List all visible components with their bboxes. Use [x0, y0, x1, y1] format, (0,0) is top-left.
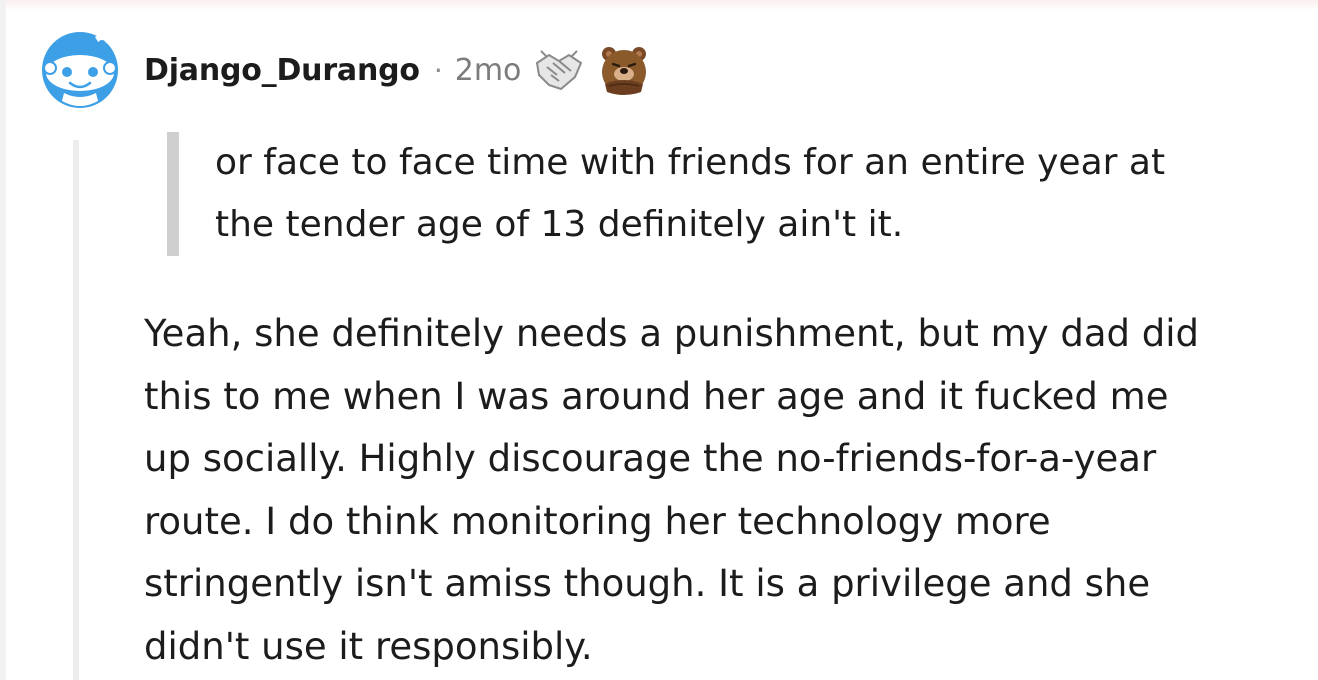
bear-award-icon[interactable]: [599, 44, 649, 96]
body-line: up socially. Highly discourage the no-fr…: [144, 437, 1157, 480]
thread-line[interactable]: [73, 140, 79, 680]
body-line: didn't use it responsibly.: [144, 624, 593, 668]
snoo-avatar-icon[interactable]: [38, 31, 122, 109]
username[interactable]: Django_Durango: [144, 53, 420, 88]
quote-line: or face to face time with friends for an…: [215, 142, 1166, 183]
comment-body: Yeah, she definitely needs a punishment,…: [144, 303, 1294, 678]
timestamp[interactable]: 2mo: [455, 53, 522, 88]
handshake-award-icon[interactable]: [533, 45, 585, 95]
body-line: stringently isn't amiss though. It is a …: [144, 562, 1151, 605]
comment-header: Django_Durango · 2mo: [38, 30, 649, 110]
body-line: Yeah, she definitely needs a punishment,…: [144, 312, 1200, 355]
quote-line: the tender age of 13 definitely ain't it…: [215, 204, 904, 245]
separator-dot: ·: [433, 53, 443, 87]
top-edge-shadow: [0, 0, 1318, 10]
body-line: this to me when I was around her age and…: [144, 374, 1169, 418]
body-line: route. I do think monitoring her technol…: [144, 499, 1051, 543]
blockquote: or face to face time with friends for an…: [167, 132, 1277, 256]
left-edge: [0, 0, 6, 680]
